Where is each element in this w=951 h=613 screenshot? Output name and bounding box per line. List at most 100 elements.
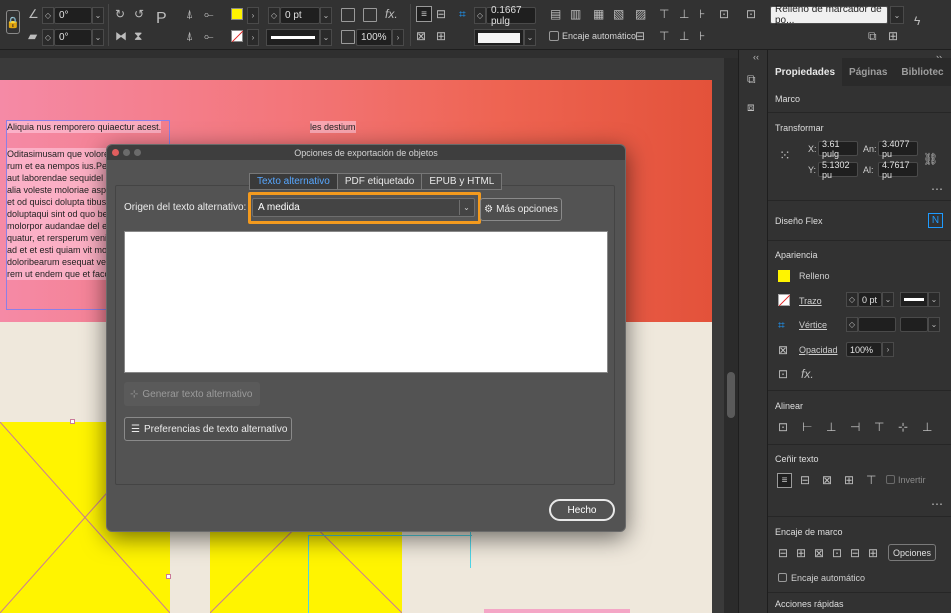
align-right-icon[interactable]: ▧ xyxy=(613,7,624,21)
constrain-proportions-icon[interactable]: ⛓ xyxy=(923,152,938,166)
select-content-icon[interactable]: ⟜ xyxy=(204,7,214,21)
select-container-icon[interactable]: ⊡ xyxy=(778,367,788,381)
stroke-weight-input[interactable]: 0 pt xyxy=(280,7,320,24)
x-input[interactable]: 3.61 pulg xyxy=(818,139,858,159)
effects-icon[interactable]: fx. xyxy=(385,7,398,21)
height-input[interactable]: 4.7617 pu xyxy=(878,160,918,180)
stroke-type-select[interactable] xyxy=(266,29,320,46)
scrollbar-thumb[interactable] xyxy=(727,372,735,418)
style-options-icon[interactable]: ⊞ xyxy=(888,29,898,43)
lightning-icon[interactable]: ϟ xyxy=(914,14,920,28)
reference-point-icon[interactable]: P xyxy=(156,11,167,27)
shear-angle-input[interactable]: 0° xyxy=(54,29,92,46)
fill-dropdown[interactable]: › xyxy=(247,7,259,24)
object-style-select[interactable]: Relleno de marcador de po... xyxy=(770,4,888,26)
vertical-scrollbar[interactable] xyxy=(724,58,738,613)
wrap-none-icon[interactable]: ≡ xyxy=(777,473,792,488)
align-middle-icon[interactable]: ⊹ xyxy=(898,420,908,434)
stroke-dropdown[interactable]: › xyxy=(247,29,259,46)
generate-alt-text-button[interactable]: ⊹ Generar texto alternativo xyxy=(124,382,260,406)
stroke-weight-dropdown[interactable]: ⌄ xyxy=(320,7,332,24)
distribute-left-icon[interactable]: ⊟ xyxy=(635,29,645,43)
invert-checkbox[interactable] xyxy=(886,475,895,484)
select-previous-icon[interactable]: ⍋ xyxy=(186,29,193,43)
fit-content-frame-icon[interactable]: ⊟ xyxy=(778,546,788,560)
rotate-angle-input[interactable]: 0° xyxy=(54,7,92,24)
align-centers-icon[interactable]: ▥ xyxy=(570,7,581,21)
y-input[interactable]: 5.1302 pu xyxy=(818,160,858,180)
effects-icon[interactable]: fx. xyxy=(801,367,814,381)
stroke-weight-stepper[interactable]: ◇ xyxy=(846,292,858,307)
flip-vertical-icon[interactable]: ⧗ xyxy=(134,29,142,43)
rotate-ccw-icon[interactable]: ↺ xyxy=(134,7,144,21)
stroke-weight-input[interactable]: 0 pt xyxy=(858,292,882,307)
align-selection-icon[interactable]: ⊡ xyxy=(719,7,729,21)
align-vertical-center-icon[interactable]: ⊥ xyxy=(679,7,689,21)
stroke-type-select[interactable] xyxy=(900,292,928,307)
more-options-icon[interactable]: ⋯ xyxy=(931,182,943,196)
close-window-icon[interactable] xyxy=(112,149,119,156)
tab-alt-text[interactable]: Texto alternativo xyxy=(249,173,337,190)
text-wrap-shape-icon[interactable]: ⊠ xyxy=(416,29,426,43)
align-left-edges-icon[interactable]: ▤ xyxy=(550,7,561,21)
stroke-type-dropdown[interactable]: ⌄ xyxy=(320,29,332,46)
select-object-icon[interactable]: ⊡ xyxy=(746,7,756,21)
corner-shape-select[interactable] xyxy=(474,29,524,46)
shear-stepper[interactable]: ◇ xyxy=(42,29,54,46)
tab-epub-html[interactable]: EPUB y HTML xyxy=(421,173,503,190)
corner-stepper[interactable]: ◇ xyxy=(846,317,858,332)
chevron-down-icon[interactable]: ⌄ xyxy=(459,200,473,215)
auto-fit-checkbox[interactable] xyxy=(778,573,787,582)
shear-dropdown[interactable]: ⌄ xyxy=(92,29,104,46)
align-top-icon[interactable]: ⊤ xyxy=(874,420,884,434)
object-style-dropdown[interactable]: ⌄ xyxy=(890,6,904,24)
scale-input[interactable]: 100% xyxy=(356,29,392,46)
tab-libraries[interactable]: Bibliotec xyxy=(894,58,950,86)
stroke-swatch[interactable] xyxy=(231,30,244,43)
align-top-icon[interactable]: ▨ xyxy=(635,7,646,21)
select-container-icon[interactable]: ⍋ xyxy=(186,7,193,21)
offset-stepper[interactable]: ◇ xyxy=(474,7,486,24)
corner-shape-dropdown[interactable]: ⌄ xyxy=(928,317,940,332)
stroke-type-dropdown[interactable]: ⌄ xyxy=(928,292,940,307)
fit-options-button[interactable]: Opciones xyxy=(888,544,936,561)
text-wrap-jump-icon[interactable]: ⊞ xyxy=(436,29,446,43)
align-horizontal-center-icon[interactable]: ⊤ xyxy=(659,7,669,21)
offset-input[interactable]: 0.1667 pulg xyxy=(486,5,536,27)
tab-pages[interactable]: Páginas xyxy=(842,58,894,86)
alt-text-source-select[interactable]: A medida xyxy=(252,198,475,217)
collapse-arrows-icon[interactable]: ‹‹ xyxy=(753,50,759,64)
rotate-cw-icon[interactable]: ↻ xyxy=(115,7,125,21)
align-bottom-icon[interactable]: ⊥ xyxy=(922,420,932,434)
fill-proportional-icon[interactable]: ⊡ xyxy=(832,546,842,560)
reference-point-grid-icon[interactable]: ⁙ xyxy=(779,148,791,162)
flip-horizontal-icon[interactable]: ⧓ xyxy=(115,29,127,43)
distribute-bottom-icon[interactable]: ⊦ xyxy=(699,29,705,43)
wrap-box-icon[interactable]: ⊟ xyxy=(800,473,810,487)
stroke-weight-dropdown[interactable]: ⌄ xyxy=(882,292,894,307)
selection-handle[interactable] xyxy=(70,419,75,424)
distribute-center-icon[interactable]: ⊤ xyxy=(659,29,669,43)
corner-shape-select[interactable] xyxy=(900,317,928,332)
opacity-input[interactable]: 100% xyxy=(846,342,882,357)
auto-fit-checkbox[interactable] xyxy=(549,31,559,41)
clear-overrides-icon[interactable]: ⧉ xyxy=(868,29,877,43)
wrap-shape-icon[interactable]: ⊠ xyxy=(822,473,832,487)
align-distribute-icon[interactable]: ▦ xyxy=(593,7,604,21)
corner-shape-dropdown[interactable]: ⌄ xyxy=(524,29,536,46)
zoom-window-icon[interactable] xyxy=(134,149,141,156)
more-options-icon[interactable]: ⋯ xyxy=(931,497,943,511)
stroke-swatch[interactable] xyxy=(778,294,791,307)
stroke-weight-stepper[interactable]: ◇ xyxy=(268,7,280,24)
wrap-next-column-icon[interactable]: ⊤ xyxy=(866,473,876,487)
align-left-icon[interactable]: ⊢ xyxy=(802,420,812,434)
rotate-stepper[interactable]: ◇ xyxy=(42,7,54,24)
minimize-window-icon[interactable] xyxy=(123,149,130,156)
fit-frame-content-icon[interactable]: ⊞ xyxy=(796,546,806,560)
flex-layout-icon[interactable]: N xyxy=(928,213,943,228)
text-wrap-none-icon[interactable]: ≡ xyxy=(416,6,432,22)
opacity-dropdown[interactable]: › xyxy=(882,342,894,357)
links-panel-icon[interactable]: ⧈ xyxy=(747,100,755,114)
text-wrap-box-icon[interactable]: ⊟ xyxy=(436,7,446,21)
pages-panel-icon[interactable]: ⧉ xyxy=(747,72,756,86)
